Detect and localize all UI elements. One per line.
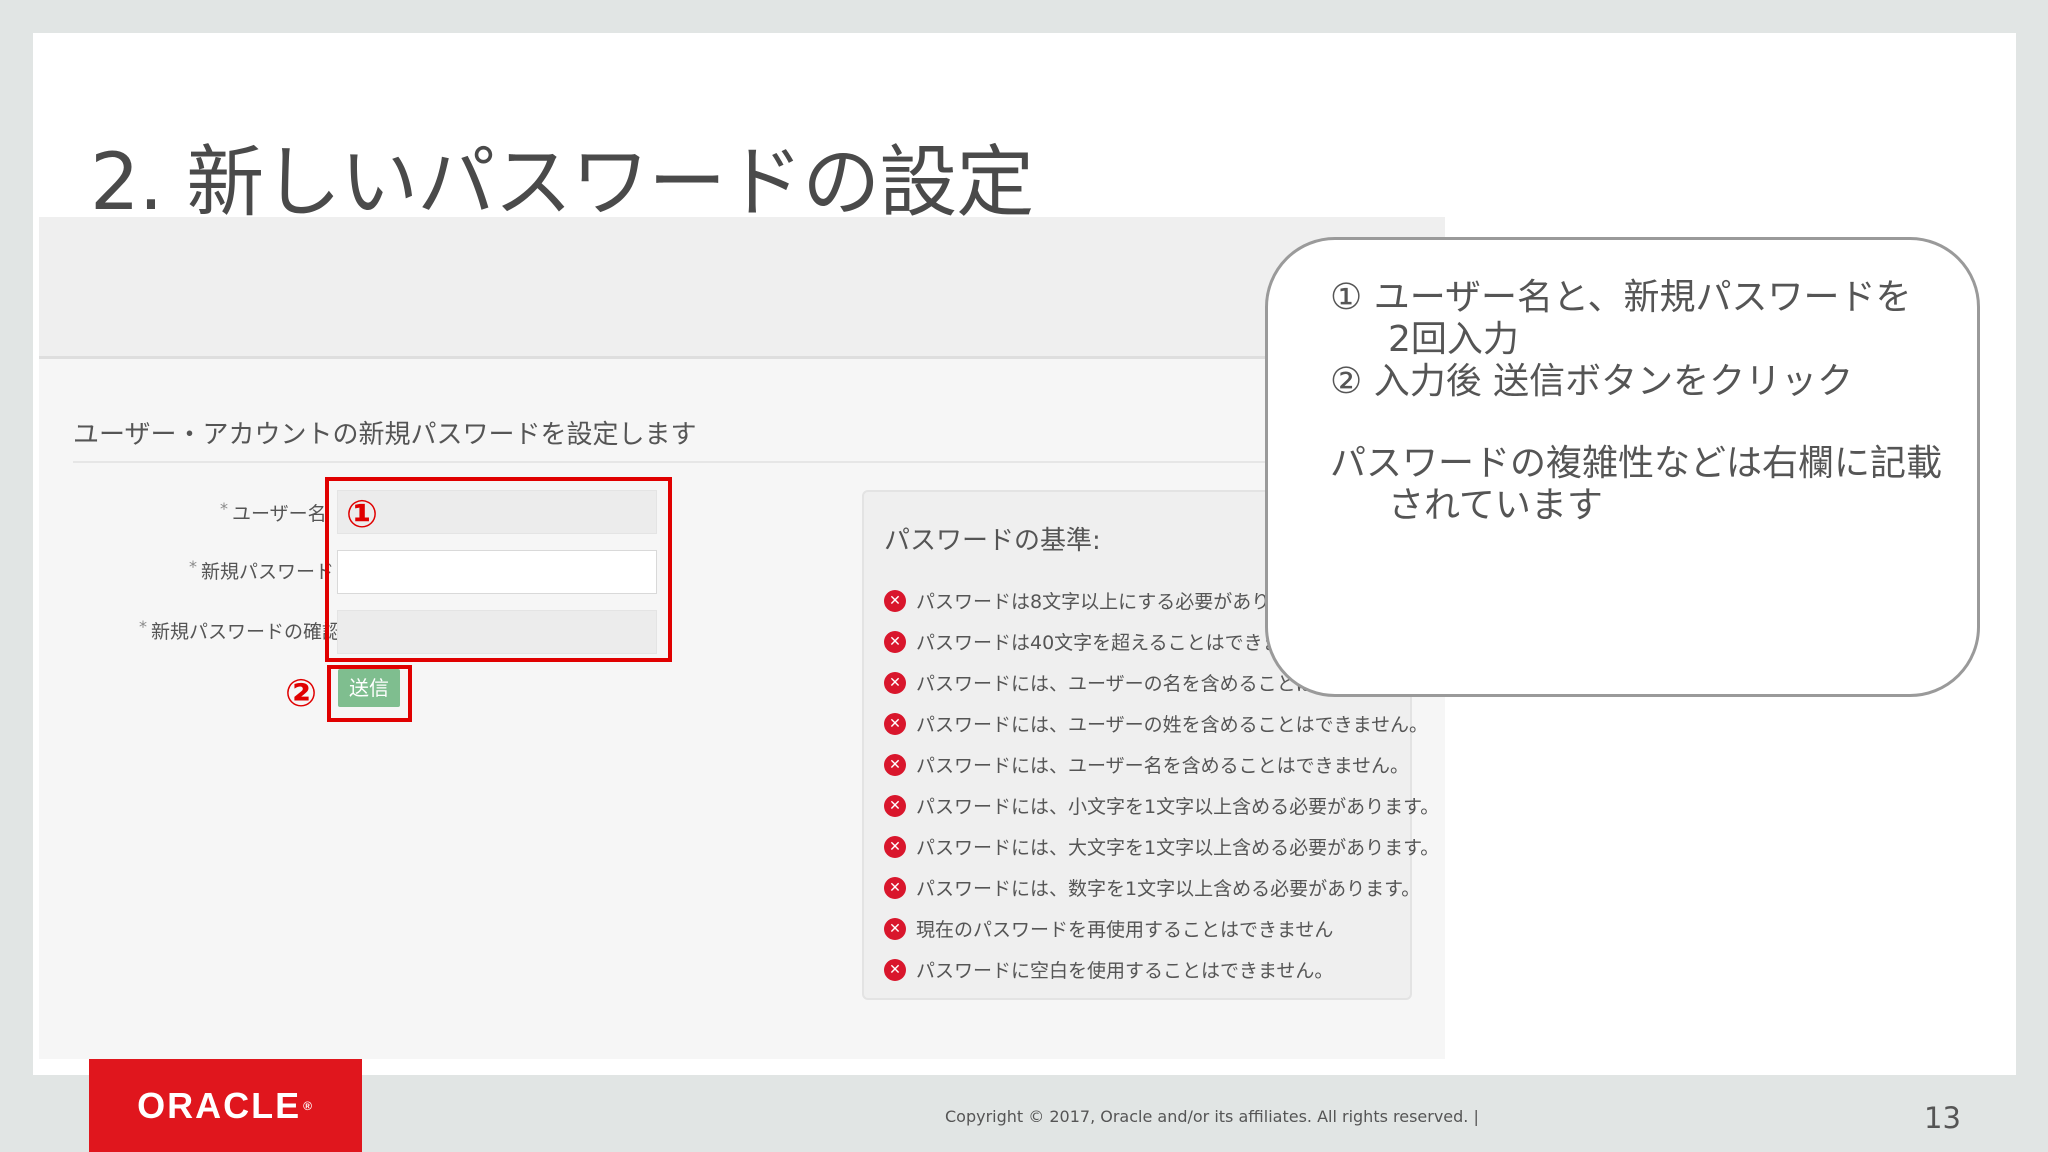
callout-line-1: ① ユーザー名と、新規パスワードを [1330, 277, 1912, 318]
required-mark: * [220, 499, 228, 518]
callout-line-3: ② 入力後 送信ボタンをクリック [1330, 361, 1854, 402]
criteria-title: パスワードの基準: [884, 526, 1101, 556]
required-mark: * [139, 617, 147, 636]
x-circle-icon: ✕ [884, 753, 906, 776]
x-circle-icon: ✕ [884, 589, 906, 612]
heading-divider [73, 461, 1413, 463]
criteria-item: ✕ パスワードには、数字を1文字以上含める必要があります。 [884, 867, 1439, 908]
page-number: 13 [1924, 1101, 1961, 1135]
x-circle-icon: ✕ [884, 958, 906, 981]
criteria-item: ✕ パスワードに空白を使用することはできません。 [884, 949, 1439, 990]
callout-line-5: されています [1388, 485, 1603, 526]
annotation-marker-2: ② [285, 671, 318, 715]
annotation-marker-1: ① [346, 492, 379, 536]
x-circle-icon: ✕ [884, 917, 906, 940]
criteria-item: ✕ パスワードには、ユーザー名を含めることはできません。 [884, 744, 1439, 785]
callout-line-4: パスワードの複雑性などは右欄に記載 [1330, 443, 1943, 484]
form-heading: ユーザー・アカウントの新規パスワードを設定します [73, 420, 697, 450]
criteria-item: ✕ パスワードには、ユーザーの姓を含めることはできません。 [884, 703, 1439, 744]
x-circle-icon: ✕ [884, 630, 906, 653]
x-circle-icon: ✕ [884, 712, 906, 735]
x-circle-icon: ✕ [884, 794, 906, 817]
x-circle-icon: ✕ [884, 671, 906, 694]
screenshot-panel: ユーザー・アカウントの新規パスワードを設定します * ユーザー名 * 新規パスワード… [39, 217, 1445, 1059]
x-circle-icon: ✕ [884, 876, 906, 899]
instruction-callout: ① ユーザー名と、新規パスワードを 2回入力 ② 入力後 送信ボタンをクリック … [1265, 237, 1980, 697]
app-header-bar [39, 217, 1445, 359]
annotation-box-submit [327, 665, 412, 722]
required-mark: * [189, 557, 197, 576]
x-circle-icon: ✕ [884, 835, 906, 858]
criteria-item: ✕ パスワードには、小文字を1文字以上含める必要があります。 [884, 785, 1439, 826]
slide-title: 2. 新しいパスワードの設定 [90, 138, 1034, 228]
registered-mark: ® [303, 1098, 314, 1113]
oracle-logo: ORACLE ® [89, 1059, 362, 1152]
criteria-item: ✕ パスワードには、大文字を1文字以上含める必要があります。 [884, 826, 1439, 867]
criteria-item: ✕ 現在のパスワードを再使用することはできません [884, 908, 1439, 949]
copyright-text: Copyright © 2017, Oracle and/or its affi… [945, 1107, 1479, 1126]
callout-line-2: 2回入力 [1388, 319, 1519, 360]
